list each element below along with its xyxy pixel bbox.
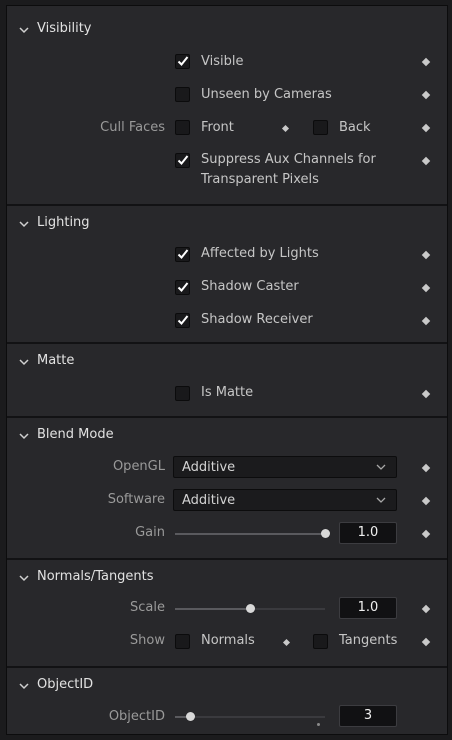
section-header-objectid[interactable]: ObjectID [7,672,447,702]
scale-slider-handle[interactable] [245,604,255,613]
section-divider [7,204,447,206]
section-divider [7,342,447,344]
default-value-marker [317,723,320,726]
scale-value-field[interactable]: 1.0 [339,597,397,619]
keyframe-icon[interactable] [421,389,431,399]
section-title-visibility: Visibility [37,21,92,36]
show-tangents-label: Tangents [339,633,398,648]
section-header-blend-mode[interactable]: Blend Mode [7,422,447,452]
visible-label: Visible [201,54,244,69]
section-title-lighting: Lighting [37,215,90,230]
keyframe-icon[interactable] [421,463,431,473]
cull-back-label: Back [339,120,371,135]
gain-label: Gain [135,525,165,540]
show-normals-label: Normals [201,633,255,648]
cull-faces-label: Cull Faces [100,120,165,135]
keyframe-icon[interactable] [421,156,431,166]
checkmark-icon [177,249,189,259]
keyframe-icon[interactable] [421,529,431,539]
section-divider [7,558,447,560]
section-header-normals-tangents[interactable]: Normals/Tangents [7,564,447,594]
keyframe-icon[interactable] [421,496,431,506]
checkmark-icon [177,282,189,292]
show-label: Show [129,633,165,648]
section-title-objectid: ObjectID [37,677,94,692]
shadow-caster-checkbox[interactable] [175,280,190,295]
cull-back-checkbox[interactable] [313,120,328,135]
shadow-receiver-label: Shadow Receiver [201,312,313,327]
show-tangents-checkbox[interactable] [313,634,328,649]
opengl-dropdown[interactable]: Additive [173,456,397,478]
slider-fill [175,608,250,610]
unseen-by-cameras-label: Unseen by Cameras [201,87,332,102]
keyframe-icon[interactable] [421,123,431,133]
checkmark-icon [177,56,189,66]
section-title-blend-mode: Blend Mode [37,427,114,442]
chevron-down-icon[interactable] [18,680,30,692]
chevron-down-icon [376,497,386,503]
section-header-matte[interactable]: Matte [7,348,447,378]
is-matte-checkbox[interactable] [175,386,190,401]
chevron-down-icon[interactable] [18,356,30,368]
software-label: Software [107,492,165,507]
checkmark-icon [177,155,189,165]
keyframe-icon[interactable] [281,124,290,133]
software-dropdown-value: Additive [182,493,236,508]
section-divider [7,666,447,668]
slider-fill [175,533,325,535]
suppress-aux-checkbox[interactable] [175,153,190,168]
section-divider [7,416,447,418]
keyframe-icon[interactable] [421,604,431,614]
keyframe-icon[interactable] [421,637,431,647]
shadow-receiver-checkbox[interactable] [175,313,190,328]
chevron-down-icon[interactable] [18,24,30,36]
is-matte-label: Is Matte [201,385,254,400]
visible-checkbox[interactable] [175,54,190,69]
objectid-slider-handle[interactable] [185,712,195,721]
keyframe-icon[interactable] [421,57,431,67]
keyframe-icon[interactable] [282,638,291,647]
keyframe-icon[interactable] [421,283,431,293]
cull-front-checkbox[interactable] [175,120,190,135]
chevron-down-icon[interactable] [18,572,30,584]
keyframe-icon[interactable] [421,250,431,260]
objectid-label: ObjectID [108,709,165,724]
opengl-label: OpenGL [112,459,165,474]
suppress-aux-label-line2: Transparent Pixels [201,172,319,187]
keyframe-icon[interactable] [421,316,431,326]
gain-value-field[interactable]: 1.0 [339,522,397,544]
unseen-by-cameras-checkbox[interactable] [175,87,190,102]
cull-front-label: Front [201,120,234,135]
checkmark-icon [177,315,189,325]
inspector-panel: Visibility Visible Unseen by Cameras Cul… [6,5,448,735]
shadow-caster-label: Shadow Caster [201,279,299,294]
chevron-down-icon[interactable] [18,218,30,230]
software-dropdown[interactable]: Additive [173,489,397,511]
scale-label: Scale [130,600,165,615]
affected-by-lights-label: Affected by Lights [201,246,319,261]
keyframe-icon[interactable] [421,90,431,100]
section-title-matte: Matte [37,353,75,368]
chevron-down-icon [376,464,386,470]
opengl-dropdown-value: Additive [182,460,236,475]
section-title-normals-tangents: Normals/Tangents [37,569,154,584]
objectid-value-field[interactable]: 3 [339,705,397,727]
chevron-down-icon[interactable] [18,430,30,442]
gain-slider-handle[interactable] [320,529,330,538]
objectid-slider-track[interactable] [175,716,325,718]
affected-by-lights-checkbox[interactable] [175,247,190,262]
section-header-lighting[interactable]: Lighting [7,210,447,240]
suppress-aux-label-line1: Suppress Aux Channels for [201,152,376,167]
show-normals-checkbox[interactable] [175,634,190,649]
section-header-visibility[interactable]: Visibility [7,16,447,46]
